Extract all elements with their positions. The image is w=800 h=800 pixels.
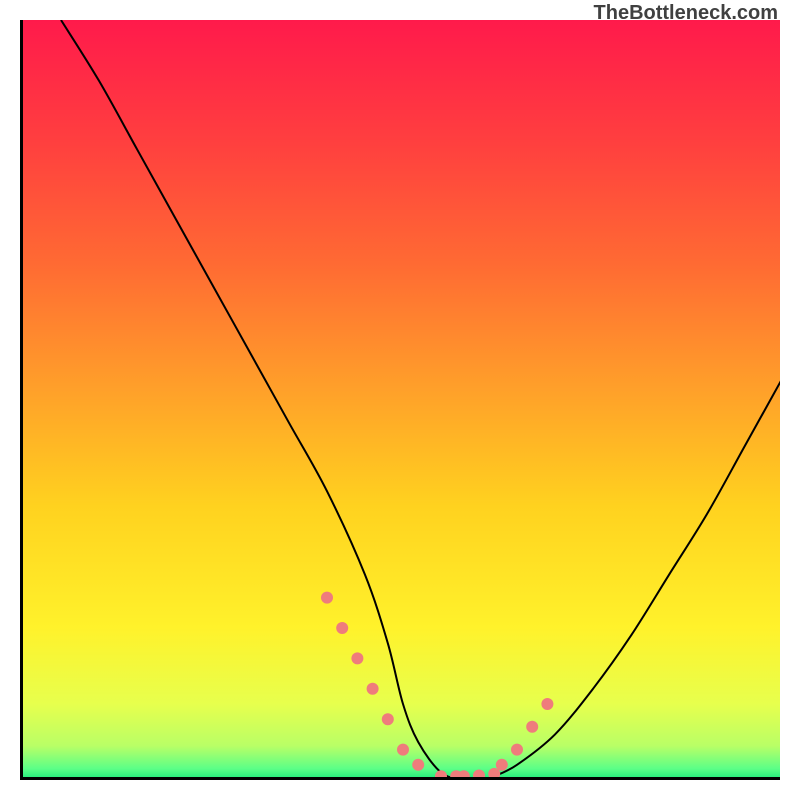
marker-point <box>321 592 333 604</box>
marker-point <box>382 713 394 725</box>
marker-point <box>397 744 409 756</box>
marker-point <box>496 759 508 771</box>
marker-point <box>435 770 447 780</box>
marker-point <box>367 683 379 695</box>
watermark-text: TheBottleneck.com <box>594 2 778 25</box>
marker-point <box>412 759 424 771</box>
marker-point <box>336 622 348 634</box>
curve-layer <box>23 20 780 780</box>
marker-point <box>473 769 485 780</box>
highlight-markers <box>321 592 553 780</box>
chart-container: TheBottleneck.com <box>0 0 800 800</box>
bottleneck-curve <box>61 20 780 780</box>
marker-point <box>541 698 553 710</box>
plot-area <box>20 20 780 780</box>
marker-point <box>526 721 538 733</box>
marker-point <box>511 744 523 756</box>
marker-point <box>351 652 363 664</box>
